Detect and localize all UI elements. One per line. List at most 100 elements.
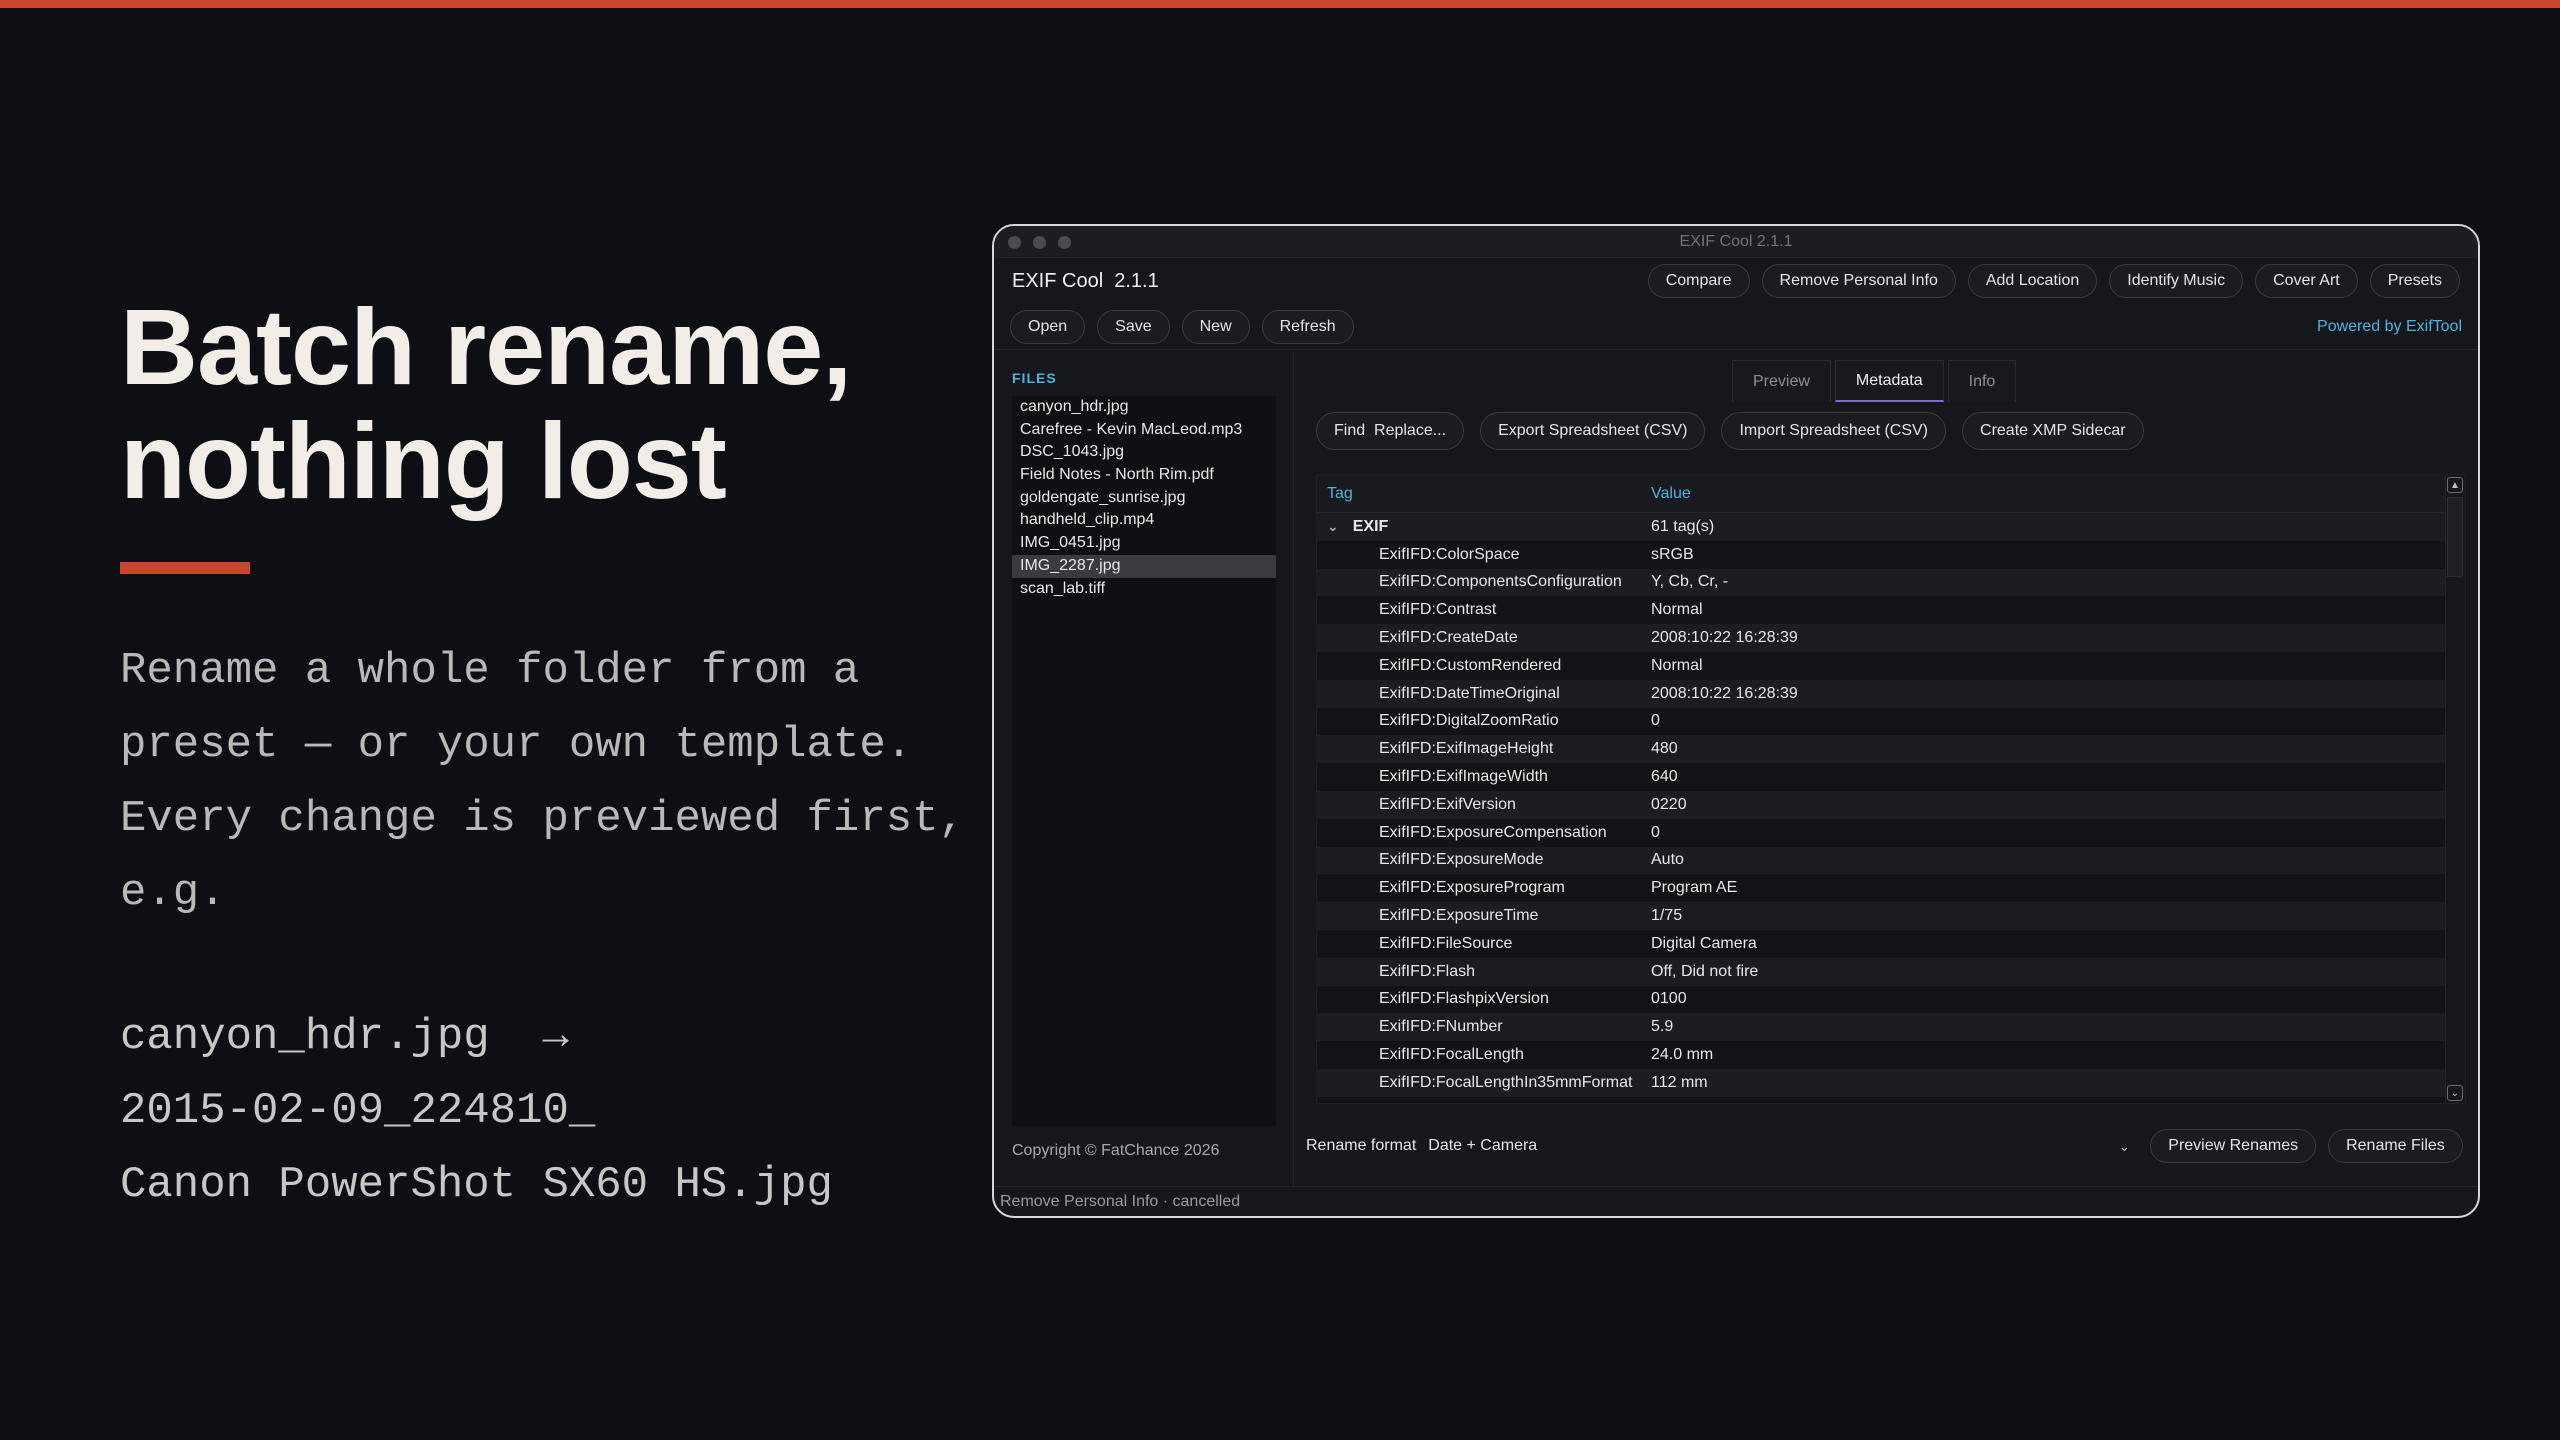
open-button[interactable]: Open bbox=[1010, 309, 1086, 344]
file-item[interactable]: scan_lab.tiff bbox=[1012, 578, 1276, 601]
value-cell[interactable]: Program AE bbox=[1651, 879, 1737, 897]
file-item[interactable]: handheld_clip.mp4 bbox=[1012, 509, 1276, 532]
value-cell[interactable]: 0 bbox=[1651, 712, 1660, 730]
table-row[interactable]: ExifIFD:ExposureCompensation 0 bbox=[1317, 819, 2465, 847]
identify-music-button[interactable]: Identify Music bbox=[2109, 264, 2244, 298]
value-cell[interactable]: Auto bbox=[1651, 851, 1684, 869]
tag-cell: ExifIFD:ExposureProgram bbox=[1379, 879, 1565, 897]
value-cell[interactable]: 0220 bbox=[1651, 796, 1687, 814]
rename-files-button[interactable]: Rename Files bbox=[2328, 1129, 2463, 1163]
preview-renames-button[interactable]: Preview Renames bbox=[2150, 1129, 2317, 1163]
table-row[interactable]: ExifIFD:DigitalZoomRatio 0 bbox=[1317, 708, 2465, 736]
tag-cell: ExifIFD:DateTimeOriginal bbox=[1379, 684, 1560, 702]
find-replace-button[interactable]: Find Replace... bbox=[1316, 412, 1465, 450]
tag-cell: ExifIFD:ExifImageHeight bbox=[1379, 740, 1554, 758]
column-header-value[interactable]: Value bbox=[1651, 485, 1691, 503]
rename-actions: Preview Renames Rename Files bbox=[2150, 1129, 2463, 1163]
value-cell[interactable]: 112 mm bbox=[1651, 1074, 1708, 1092]
table-row[interactable]: ExifIFD:FlashpixVersion 0100 bbox=[1317, 986, 2465, 1014]
tag-cell: ExifIFD:FocalLength bbox=[1379, 1046, 1524, 1064]
table-row[interactable]: ExifIFD:ExifImageWidth 640 bbox=[1317, 763, 2465, 791]
cover-art-button[interactable]: Cover Art bbox=[2255, 264, 2358, 298]
compare-button[interactable]: Compare bbox=[1647, 264, 1750, 298]
tag-cell: ExifIFD:Contrast bbox=[1379, 601, 1497, 619]
scroll-thumb[interactable] bbox=[2447, 497, 2463, 577]
value-cell[interactable]: 5.9 bbox=[1651, 1018, 1673, 1036]
scroll-up-icon[interactable]: ▲ bbox=[2447, 477, 2463, 493]
chevron-down-icon[interactable]: ⌄ bbox=[1327, 518, 1339, 535]
powered-by-link[interactable]: Powered by ExifTool bbox=[2317, 318, 2462, 336]
file-item-selected[interactable]: IMG_2287.jpg bbox=[1012, 554, 1276, 578]
file-item[interactable]: Field Notes - North Rim.pdf bbox=[1012, 464, 1276, 487]
value-cell[interactable]: Normal bbox=[1651, 657, 1703, 675]
accent-rule bbox=[120, 562, 250, 574]
scroll-down-icon[interactable]: ⌄ bbox=[2447, 1085, 2463, 1101]
rename-format-select[interactable]: Date + Camera ⌄ bbox=[1428, 1129, 2134, 1163]
table-row[interactable]: ExifIFD:ExposureProgram Program AE bbox=[1317, 874, 2465, 902]
table-row[interactable]: ExifIFD:FocalLength 24.0 mm bbox=[1317, 1041, 2465, 1069]
table-scrollbar[interactable]: ▲ ⌄ bbox=[2445, 475, 2465, 1103]
add-location-button[interactable]: Add Location bbox=[1967, 264, 2098, 298]
table-row[interactable]: ExifIFD:ExposureTime 1/75 bbox=[1317, 902, 2465, 930]
create-xmp-sidecar-button[interactable]: Create XMP Sidecar bbox=[1962, 412, 2144, 450]
value-cell[interactable]: 0 bbox=[1651, 824, 1660, 842]
zoom-window-button[interactable] bbox=[1058, 236, 1071, 249]
tag-cell: ExifIFD:ExifVersion bbox=[1379, 795, 1516, 813]
new-button[interactable]: New bbox=[1181, 309, 1250, 344]
table-row[interactable]: ExifIFD:ExifVersion 0220 bbox=[1317, 790, 2465, 819]
tag-cell: ExifIFD:ComponentsConfiguration bbox=[1379, 573, 1622, 591]
remove-personal-info-button[interactable]: Remove Personal Info bbox=[1761, 264, 1956, 298]
app-window: EXIF Cool 2.1.1 EXIF Cool 2.1.1 Compare … bbox=[992, 224, 2480, 1218]
import-csv-button[interactable]: Import Spreadsheet (CSV) bbox=[1721, 412, 1947, 450]
app-name: EXIF Cool 2.1.1 bbox=[1012, 269, 1159, 292]
table-row[interactable]: ExifIFD:ColorSpace sRGB bbox=[1317, 541, 2465, 569]
file-list: canyon_hdr.jpg Carefree - Kevin MacLeod.… bbox=[1012, 396, 1276, 1126]
file-item[interactable]: canyon_hdr.jpg bbox=[1012, 396, 1276, 419]
value-cell[interactable]: 640 bbox=[1651, 768, 1678, 786]
value-cell[interactable]: sRGB bbox=[1651, 546, 1694, 564]
body-line-3: Every change is previewed first, bbox=[120, 794, 965, 844]
value-cell[interactable]: Normal bbox=[1651, 601, 1703, 619]
file-item[interactable]: IMG_0451.jpg bbox=[1012, 532, 1276, 555]
refresh-button[interactable]: Refresh bbox=[1261, 309, 1354, 344]
close-window-button[interactable] bbox=[1008, 236, 1021, 249]
value-cell[interactable]: 2008:10:22 16:28:39 bbox=[1651, 629, 1798, 647]
file-item[interactable]: DSC_1043.jpg bbox=[1012, 441, 1276, 464]
table-row[interactable]: ExifIFD:CustomRendered Normal bbox=[1317, 652, 2465, 680]
value-cell[interactable]: 480 bbox=[1651, 740, 1678, 758]
export-csv-button[interactable]: Export Spreadsheet (CSV) bbox=[1480, 412, 1706, 450]
file-item[interactable]: Carefree - Kevin MacLeod.mp3 bbox=[1012, 419, 1276, 442]
column-header-tag[interactable]: Tag bbox=[1317, 485, 1651, 503]
group-row-exif[interactable]: ⌄ EXIF 61 tag(s) bbox=[1317, 513, 2465, 541]
tag-cell: ExifIFD:Flash bbox=[1379, 962, 1476, 980]
table-row[interactable]: ExifIFD:ExposureMode Auto bbox=[1317, 846, 2465, 875]
tab-info[interactable]: Info bbox=[1947, 360, 2017, 402]
value-cell[interactable]: Digital Camera bbox=[1651, 935, 1757, 953]
tab-metadata[interactable]: Metadata bbox=[1834, 360, 1944, 402]
tab-preview[interactable]: Preview bbox=[1732, 360, 1831, 402]
presets-button[interactable]: Presets bbox=[2369, 264, 2460, 298]
table-row[interactable]: ExifIFD:FileSource Digital Camera bbox=[1317, 930, 2465, 958]
status-bar: Remove Personal Info · cancelled bbox=[994, 1186, 2478, 1216]
headline-line-2: nothing lost bbox=[120, 400, 727, 521]
table-row[interactable]: ExifIFD:Contrast Normal bbox=[1317, 596, 2465, 624]
value-cell[interactable]: 0100 bbox=[1651, 990, 1687, 1008]
file-item[interactable]: goldengate_sunrise.jpg bbox=[1012, 487, 1276, 510]
table-row[interactable]: ExifIFD:CreateDate 2008:10:22 16:28:39 bbox=[1317, 624, 2465, 652]
table-row[interactable]: ExifIFD:DateTimeOriginal 2008:10:22 16:28… bbox=[1317, 679, 2465, 708]
window-titlebar[interactable]: EXIF Cool 2.1.1 bbox=[994, 226, 2478, 258]
table-row[interactable]: ExifIFD:ExifImageHeight 480 bbox=[1317, 735, 2465, 764]
table-row[interactable]: ExifIFD:ComponentsConfiguration Y, Cb, Cr… bbox=[1317, 568, 2465, 597]
value-cell[interactable]: Off, Did not fire bbox=[1651, 963, 1758, 981]
value-cell[interactable]: 24.0 mm bbox=[1651, 1046, 1713, 1064]
save-button[interactable]: Save bbox=[1097, 309, 1170, 344]
minimize-window-button[interactable] bbox=[1033, 236, 1046, 249]
table-row[interactable]: ExifIFD:FNumber 5.9 bbox=[1317, 1013, 2465, 1042]
body-line-2: preset — or your own template. bbox=[120, 720, 913, 770]
body-copy: Rename a whole folder from a preset — or… bbox=[120, 634, 1000, 930]
value-cell[interactable]: 1/75 bbox=[1651, 907, 1682, 925]
value-cell[interactable]: 2008:10:22 16:28:39 bbox=[1651, 685, 1798, 703]
table-row[interactable]: ExifIFD:Flash Off, Did not fire bbox=[1317, 957, 2465, 986]
value-cell[interactable]: Y, Cb, Cr, - bbox=[1651, 573, 1728, 591]
table-row[interactable]: ExifIFD:FocalLengthIn35mmFormat 112 mm bbox=[1317, 1068, 2465, 1097]
